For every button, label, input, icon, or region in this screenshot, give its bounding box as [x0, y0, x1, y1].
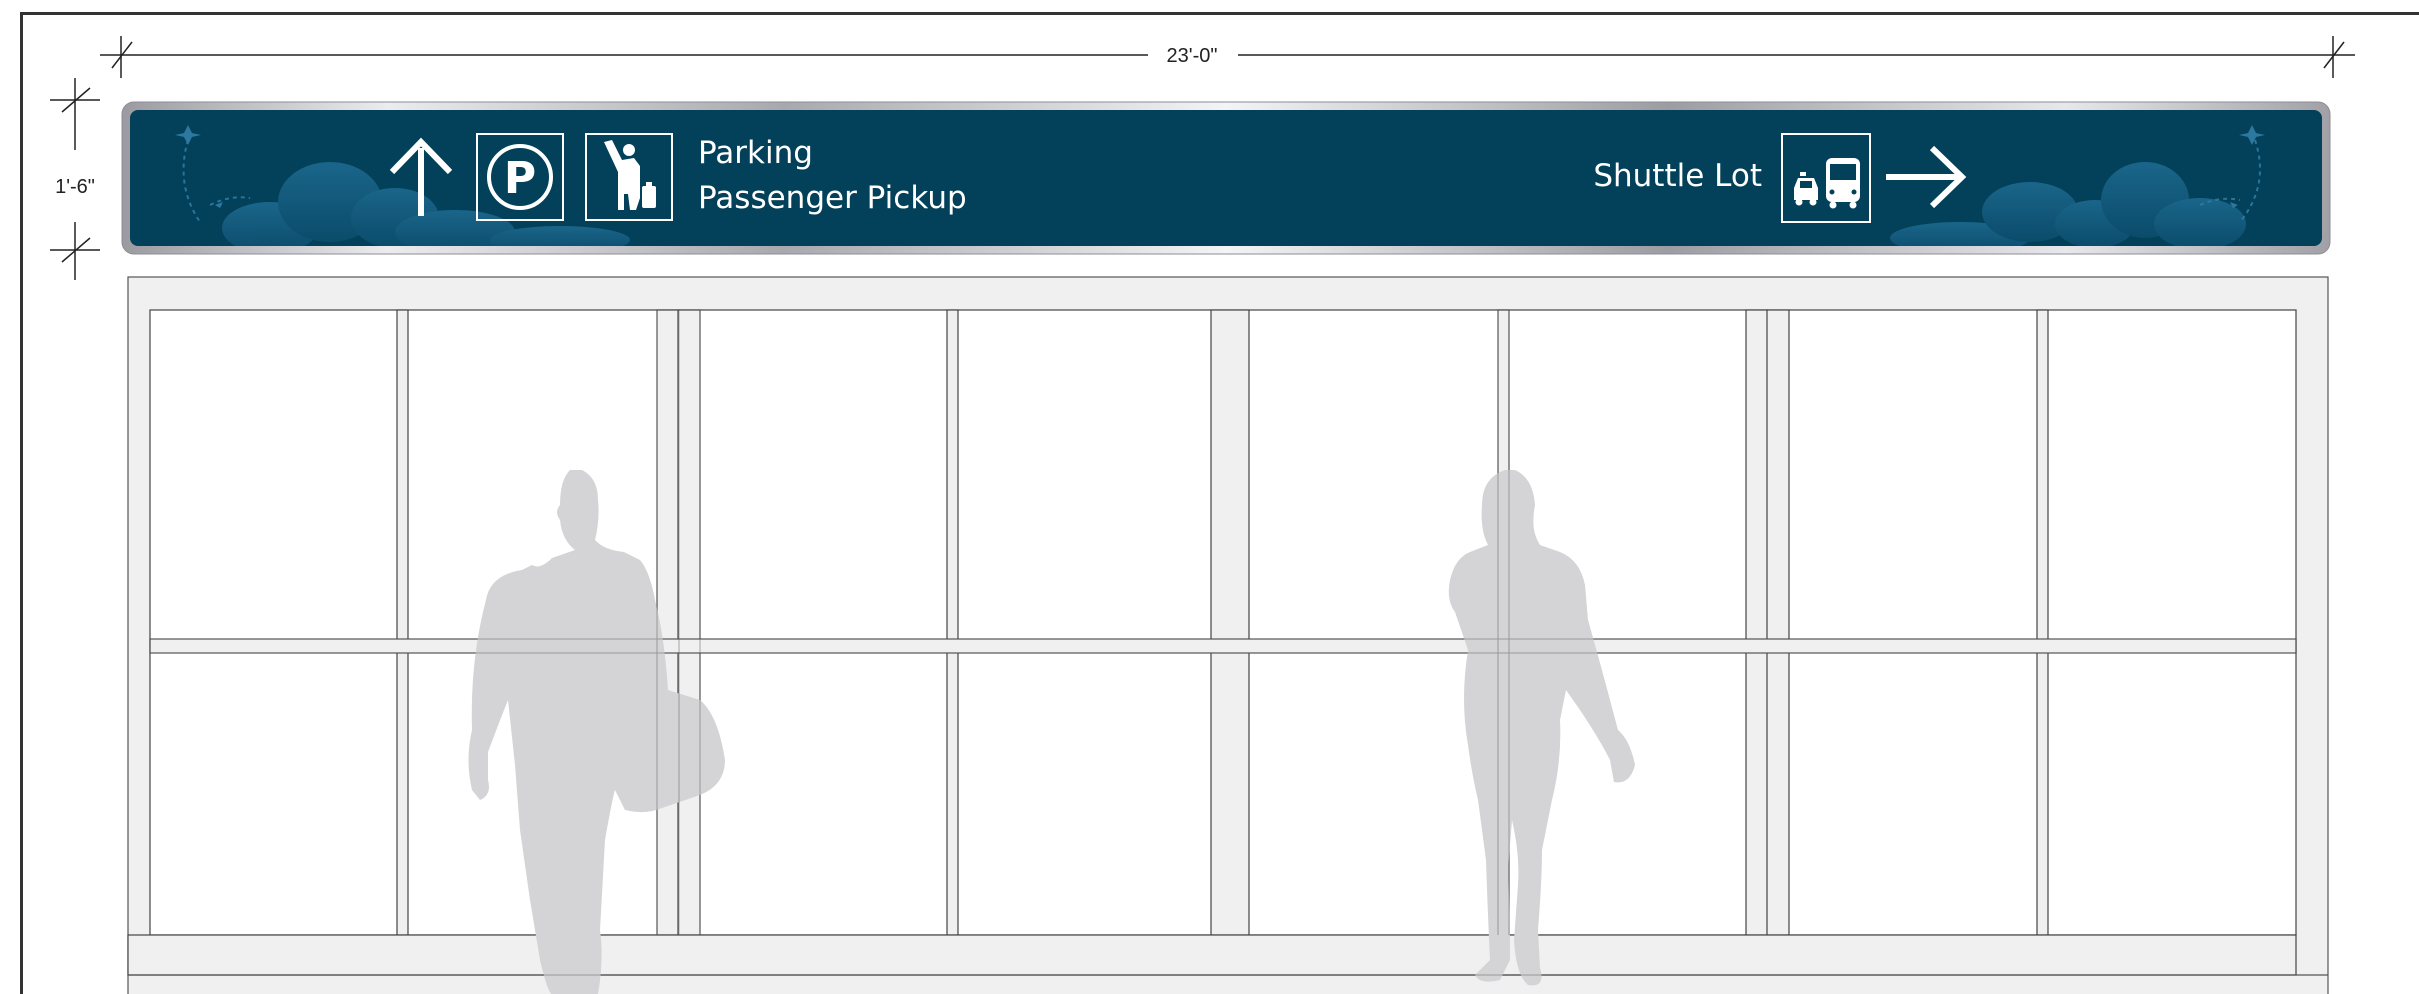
bottom-rail: [127, 934, 2297, 976]
sign-elevation-drawing: 23'-0" 1'-6" P Parking Passenger Pickup …: [50, 36, 2355, 994]
height-dimension: 1'-6": [50, 78, 100, 280]
sign-shuttle-lot-text: Shuttle Lot: [1593, 158, 1762, 194]
transom: [149, 638, 2297, 654]
height-dimension-label: 1'-6": [55, 176, 95, 198]
svg-text:P: P: [504, 153, 536, 204]
drawing-page: 23'-0" 1'-6" P Parking Passenger Pickup …: [0, 0, 2419, 994]
sign-parking-text: Parking: [698, 135, 813, 171]
storefront-elevation: [127, 276, 2329, 994]
wayfinding-sign: P Parking Passenger Pickup Shuttle Lot: [121, 101, 2331, 255]
width-dimension-label: 23'-0": [1167, 45, 1218, 67]
sign-passenger-pickup-text: Passenger Pickup: [698, 180, 967, 216]
width-dimension: 23'-0": [100, 36, 2355, 78]
